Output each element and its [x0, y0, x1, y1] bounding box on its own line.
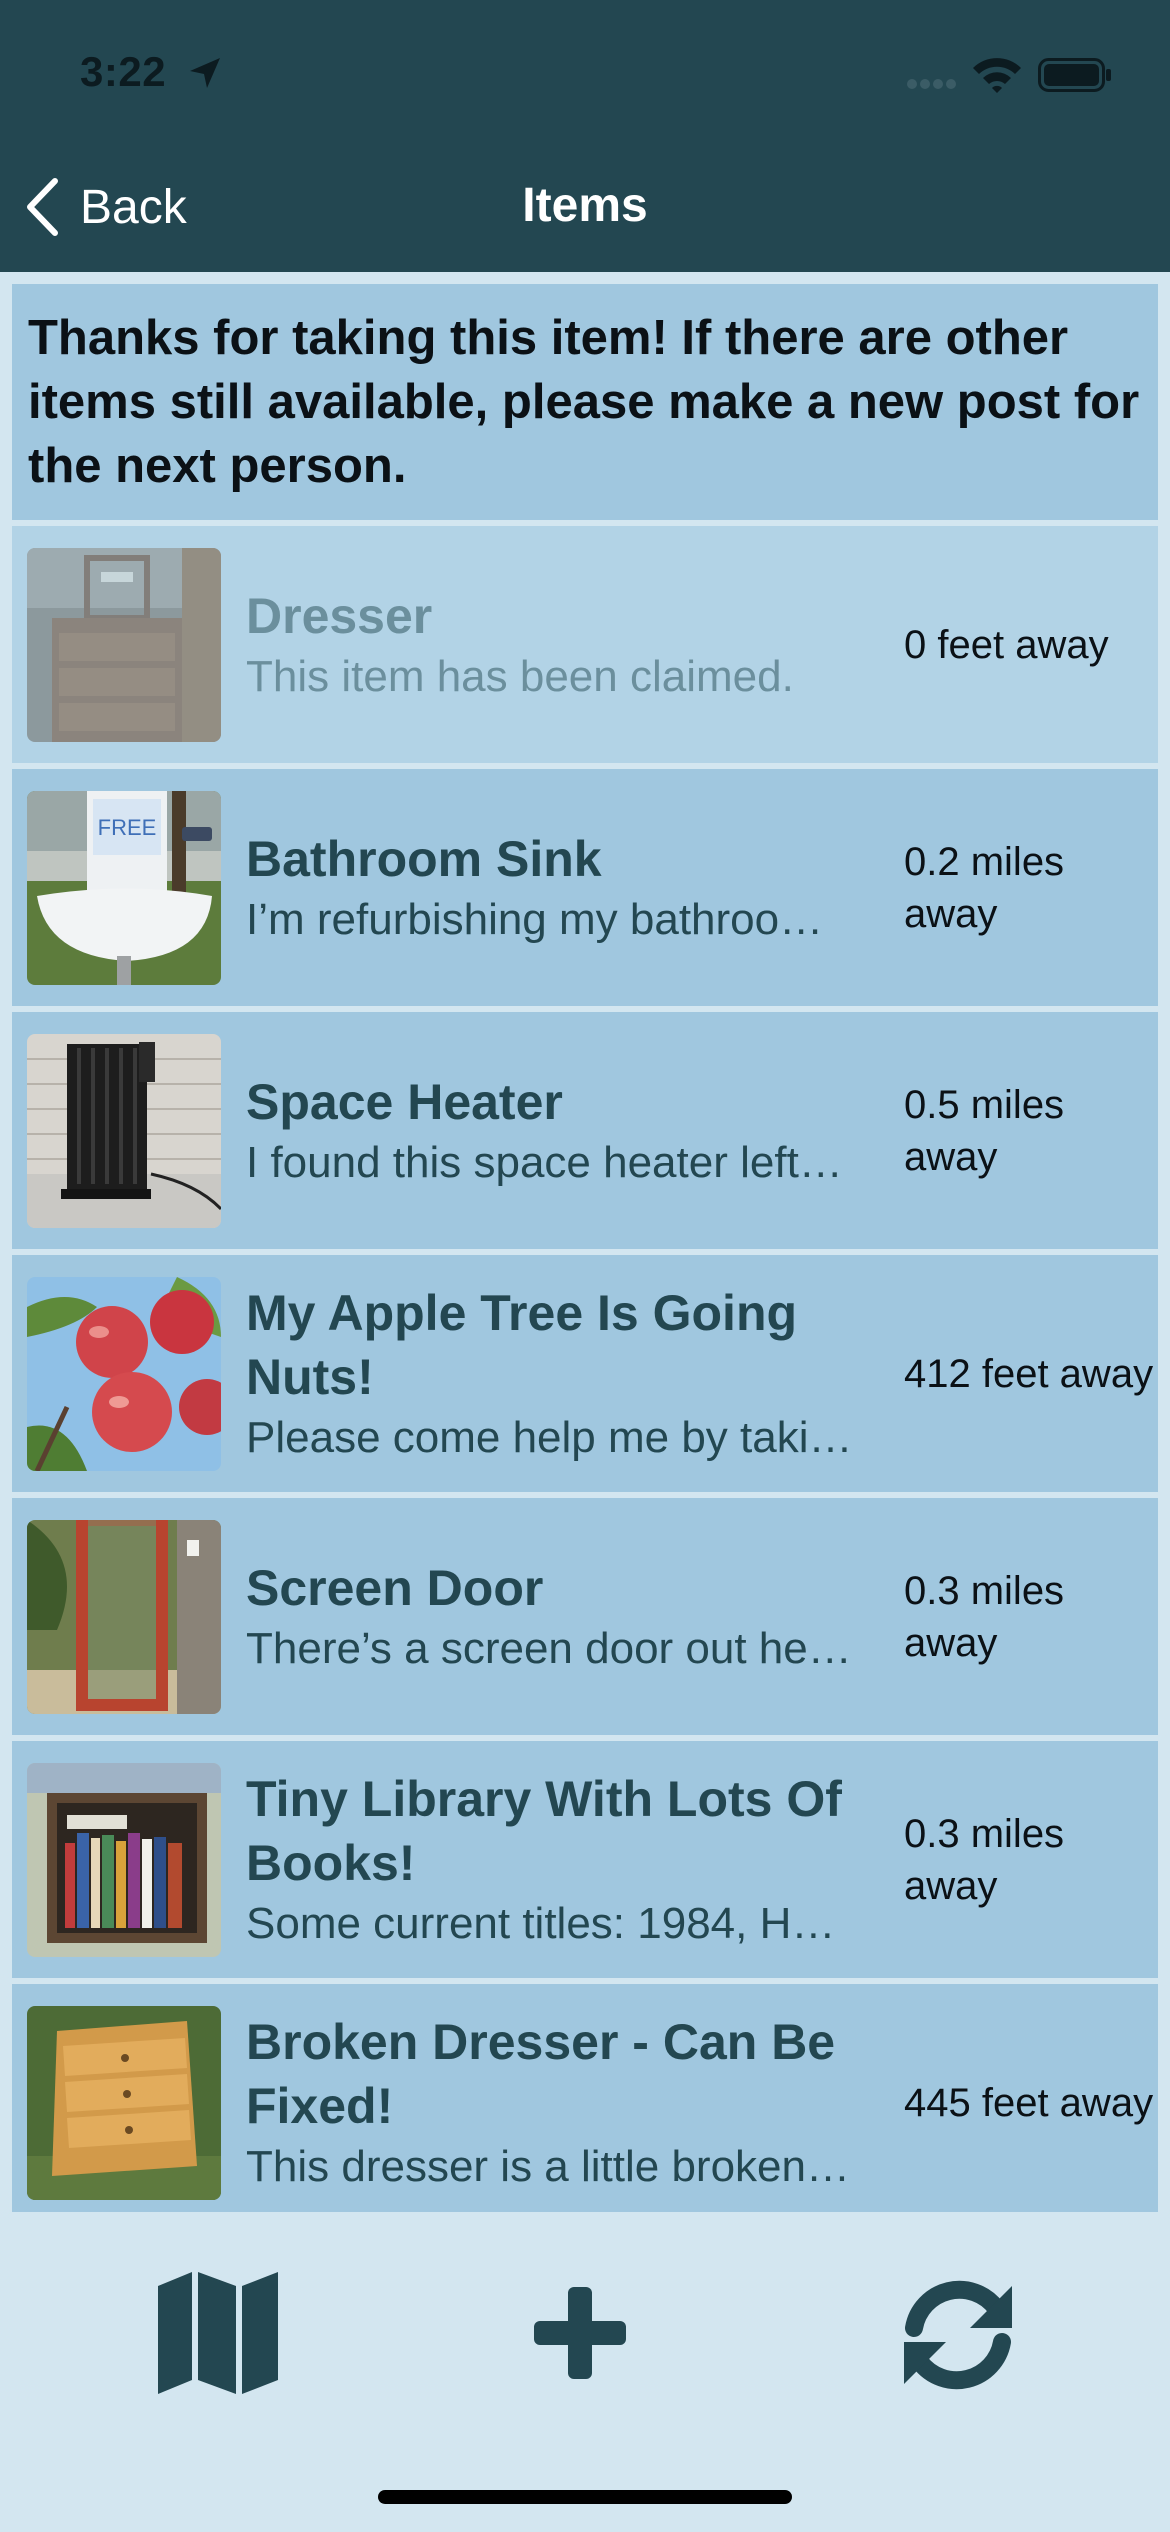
item-title: Space Heater: [246, 1073, 563, 1130]
home-indicator: [378, 2490, 792, 2504]
item-description: I’m refurbishing my bathroo…: [246, 894, 824, 944]
item-thumbnail: FREE: [27, 791, 221, 985]
item-title: Screen Door: [246, 1559, 544, 1616]
item-distance: 0.2 miles away: [904, 839, 1065, 936]
item-description: There’s a screen door out he…: [246, 1623, 852, 1673]
item-distance: 0.5 miles away: [904, 1082, 1065, 1179]
refresh-icon: [904, 2280, 1012, 2390]
item-distance: 0 feet away: [904, 622, 1109, 667]
item-title: Broken Dresser - Can Be Fixed!: [246, 2013, 836, 2134]
item-distance: 0.3 miles away: [904, 1811, 1065, 1908]
cellular-signal-icon: [907, 79, 956, 89]
item-description: Please come help me by taki…: [246, 1412, 853, 1462]
free-sign-text: FREE: [98, 815, 157, 840]
item-description: Some current titles: 1984, H…: [246, 1898, 836, 1948]
list-item[interactable]: FREE Bathroom Sink I’m refurbishing my b…: [12, 769, 1158, 1006]
list-item[interactable]: Screen Door There’s a screen door out he…: [12, 1498, 1158, 1735]
item-thumbnail: [27, 1520, 221, 1714]
item-distance: 412 feet away: [904, 1351, 1154, 1396]
status-time: 3:22: [80, 48, 167, 95]
items-list[interactable]: Thanks for taking this item! If there ar…: [12, 284, 1158, 2212]
list-item[interactable]: Tiny Library With Lots Of Books! Some cu…: [12, 1741, 1158, 1978]
item-distance: 0.3 miles away: [904, 1568, 1065, 1665]
item-description: This item has been claimed.: [246, 651, 794, 701]
item-title: My Apple Tree Is Going Nuts!: [246, 1284, 798, 1405]
item-title: Dresser: [246, 587, 433, 644]
list-item[interactable]: Space Heater I found this space heater l…: [12, 1012, 1158, 1249]
item-thumbnail: [27, 1277, 221, 1471]
item-thumbnail: [27, 1034, 221, 1228]
item-title: Bathroom Sink: [246, 830, 602, 887]
list-item[interactable]: Dresser This item has been claimed. 0 fe…: [12, 526, 1158, 763]
map-icon: [158, 2272, 278, 2394]
item-description: I found this space heater left…: [246, 1137, 843, 1187]
item-thumbnail: [27, 2006, 221, 2200]
navigation-bar: 3:22 Back Items: [0, 0, 1170, 272]
item-title: Tiny Library With Lots Of Books!: [246, 1770, 842, 1891]
claimed-banner: Thanks for taking this item! If there ar…: [12, 284, 1158, 520]
add-icon: [534, 2287, 626, 2379]
page-title: Items: [522, 179, 648, 232]
map-button[interactable]: [150, 2268, 286, 2403]
list-item[interactable]: Broken Dresser - Can Be Fixed! This dres…: [12, 1984, 1158, 2212]
refresh-button[interactable]: [900, 2280, 1016, 2395]
wifi-icon: [973, 58, 1021, 93]
location-arrow-icon: [190, 58, 220, 88]
item-thumbnail: [27, 1763, 221, 1957]
item-description: This dresser is a little broken…: [246, 2141, 850, 2191]
list-item[interactable]: My Apple Tree Is Going Nuts! Please come…: [12, 1255, 1158, 1492]
add-item-button[interactable]: [530, 2283, 630, 2388]
item-thumbnail: [27, 548, 221, 742]
battery-icon: [1038, 58, 1111, 92]
item-distance: 445 feet away: [904, 2080, 1154, 2125]
